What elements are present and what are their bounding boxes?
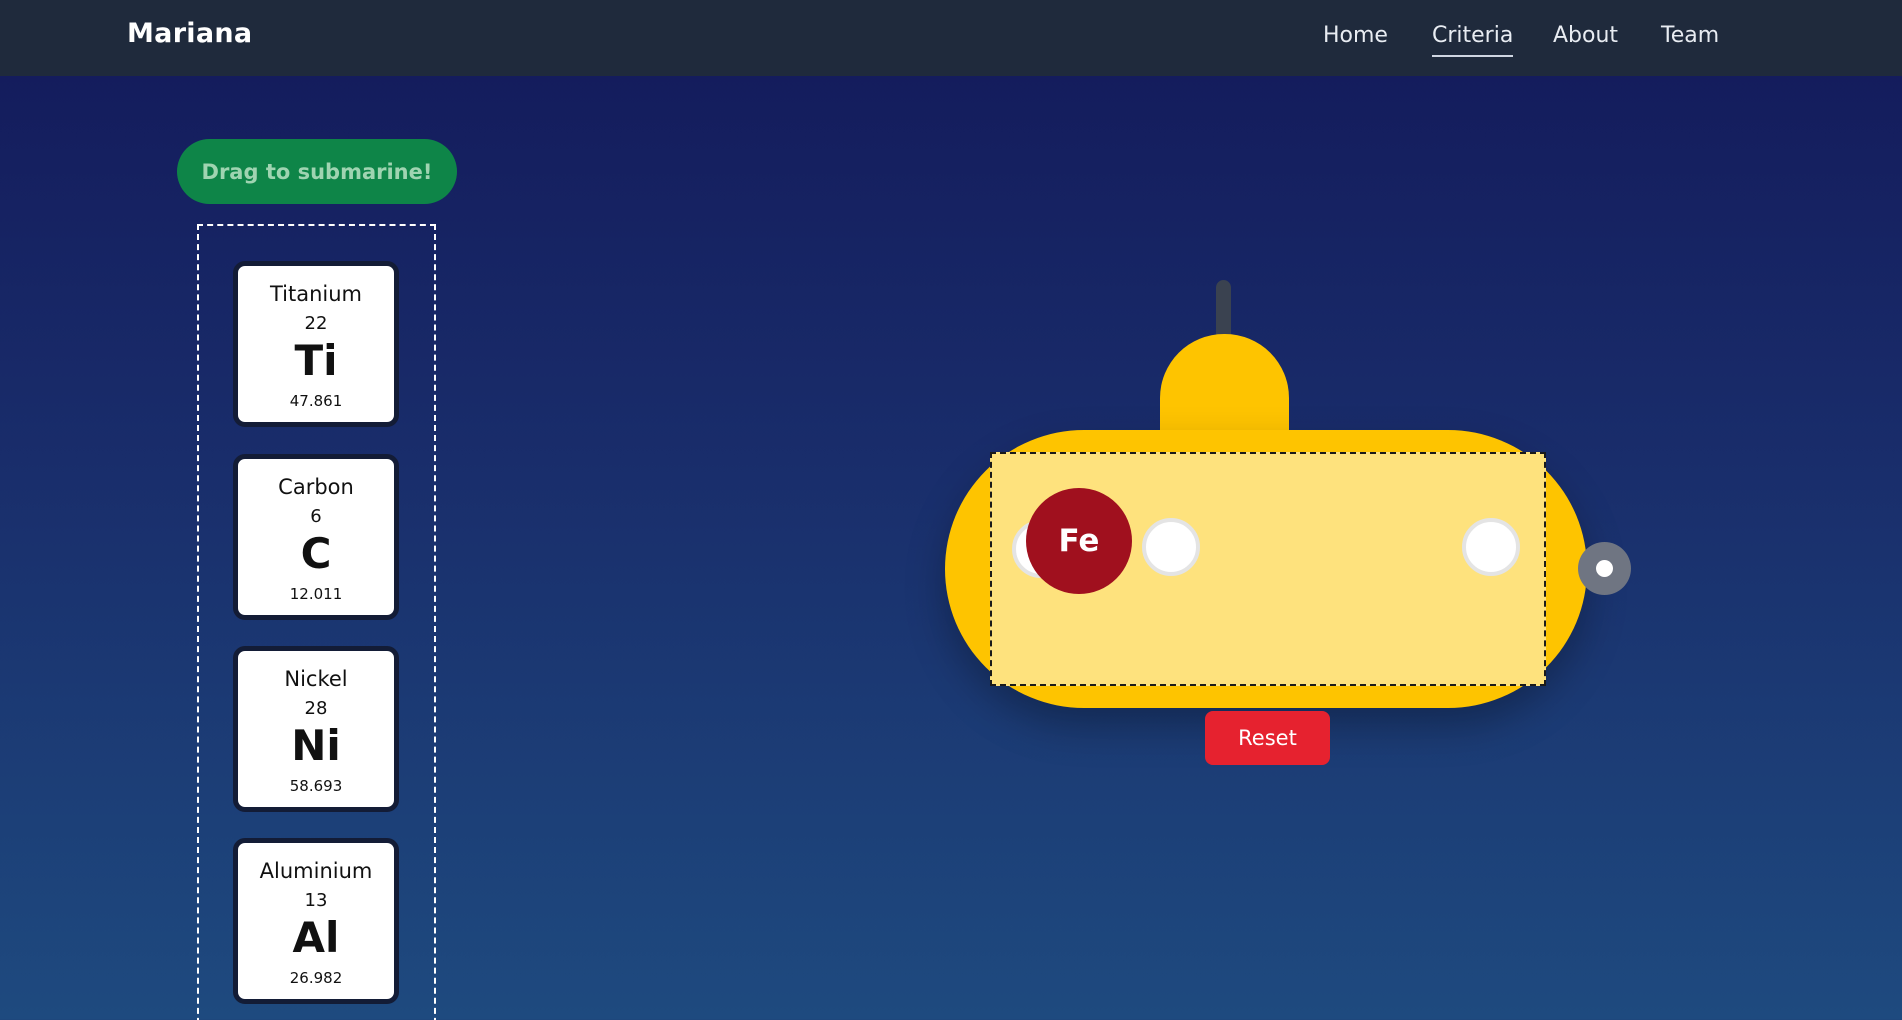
porthole-icon — [1462, 518, 1520, 576]
element-atomic-mass: 47.861 — [289, 392, 343, 410]
porthole-icon — [1142, 518, 1200, 576]
element-atomic-number: 13 — [304, 890, 328, 911]
element-symbol: Al — [292, 913, 340, 962]
element-card-titanium[interactable]: Titanium 22 Ti 47.861 — [233, 261, 399, 427]
element-atomic-number: 28 — [304, 698, 328, 719]
element-name: Carbon — [278, 475, 354, 499]
nav-link-criteria[interactable]: Criteria — [1432, 23, 1514, 57]
brand-logo[interactable]: Mariana — [127, 18, 252, 49]
reset-button[interactable]: Reset — [1205, 711, 1330, 765]
element-name: Titanium — [269, 282, 363, 306]
element-symbol: C — [300, 529, 332, 578]
nav-link-about[interactable]: About — [1553, 23, 1618, 48]
drag-instruction-badge: Drag to submarine! — [177, 139, 457, 204]
nav-link-home[interactable]: Home — [1323, 23, 1388, 48]
submarine-tower — [1160, 334, 1289, 444]
loaded-element-chip[interactable]: Fe — [1026, 488, 1132, 594]
element-symbol: Ti — [294, 336, 338, 385]
element-card-nickel[interactable]: Nickel 28 Ni 58.693 — [233, 646, 399, 812]
element-atomic-number: 22 — [304, 313, 328, 334]
element-name: Aluminium — [259, 859, 373, 883]
element-symbol: Ni — [291, 721, 341, 770]
element-atomic-mass: 12.011 — [289, 585, 343, 603]
propeller-icon — [1578, 542, 1631, 595]
element-card-carbon[interactable]: Carbon 6 C 12.011 — [233, 454, 399, 620]
element-name: Nickel — [284, 667, 348, 691]
nav-link-team[interactable]: Team — [1661, 23, 1719, 48]
element-atomic-number: 6 — [310, 506, 322, 527]
propeller-hub — [1596, 560, 1613, 577]
element-atomic-mass: 26.982 — [289, 969, 343, 987]
element-atomic-mass: 58.693 — [289, 777, 343, 795]
element-card-aluminium[interactable]: Aluminium 13 Al 26.982 — [233, 838, 399, 1004]
top-navbar: Mariana Home Criteria About Team — [0, 0, 1902, 76]
